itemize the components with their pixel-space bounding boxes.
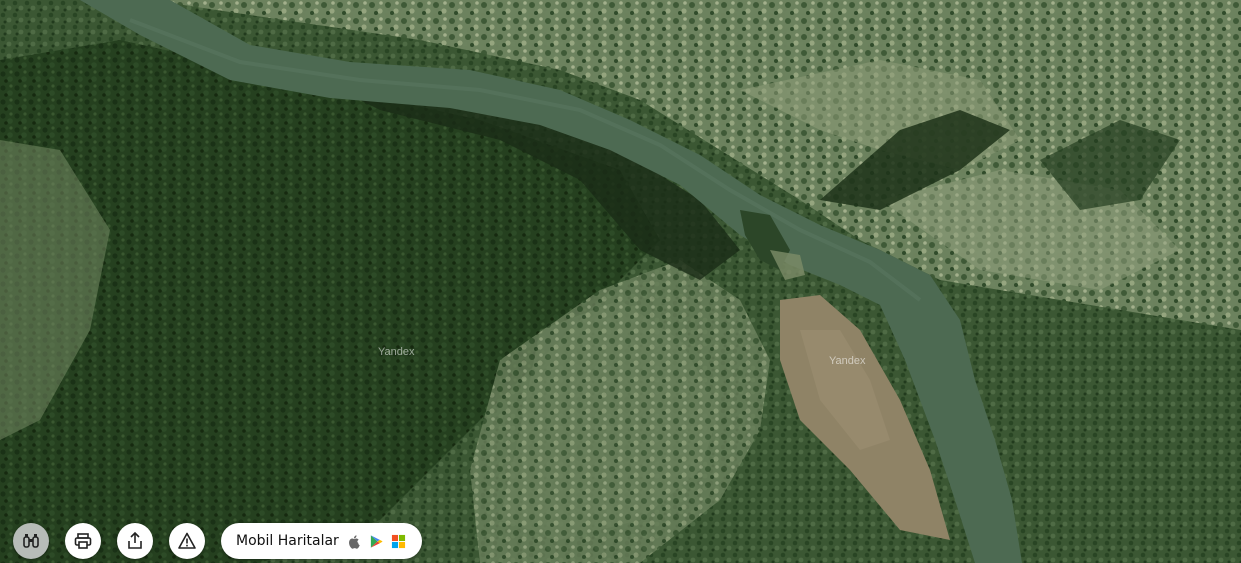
windows-icon xyxy=(391,534,406,549)
printer-icon xyxy=(74,533,92,549)
warning-icon xyxy=(178,532,196,549)
map-watermark: Yandex xyxy=(378,346,415,358)
satellite-map[interactable]: Yandex Yandex xyxy=(0,0,1241,563)
mobile-maps-label: Mobil Haritalar xyxy=(236,533,339,549)
apple-icon xyxy=(347,534,362,549)
map-watermark: Yandex xyxy=(829,355,866,367)
print-button[interactable] xyxy=(65,523,101,559)
binoculars-icon xyxy=(23,534,39,548)
share-icon xyxy=(128,531,142,549)
share-button[interactable] xyxy=(117,523,153,559)
report-button[interactable] xyxy=(169,523,205,559)
mobile-maps-button[interactable]: Mobil Haritalar xyxy=(221,523,422,559)
google-play-icon xyxy=(369,534,384,549)
panorama-button[interactable] xyxy=(13,523,49,559)
